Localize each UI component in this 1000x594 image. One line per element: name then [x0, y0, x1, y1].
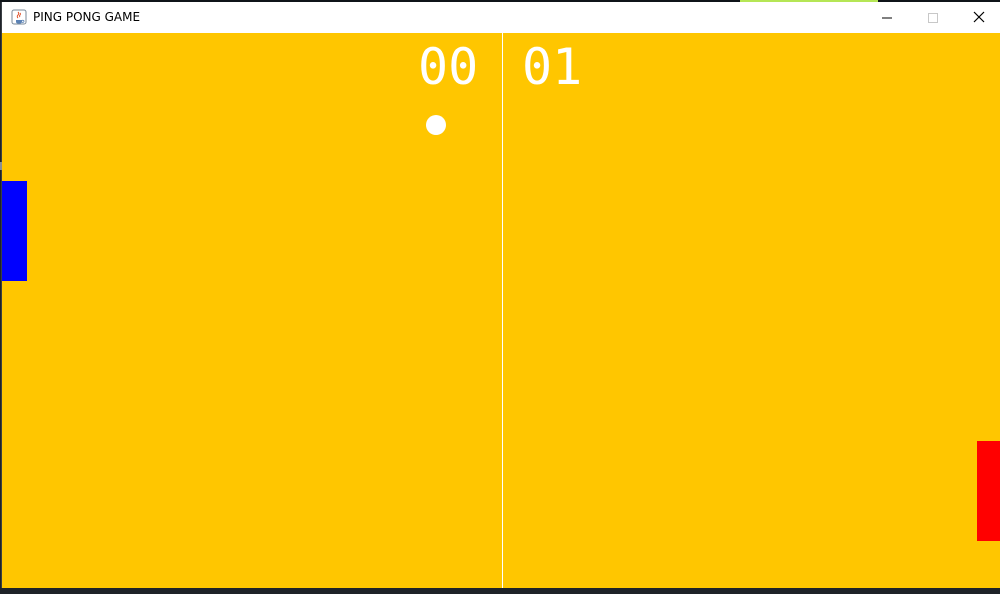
java-icon [11, 9, 27, 25]
window-title: PING PONG GAME [33, 10, 141, 24]
maximize-button[interactable] [910, 2, 956, 33]
close-icon [973, 8, 985, 27]
left-paddle[interactable] [2, 181, 27, 281]
title-bar[interactable]: PING PONG GAME [2, 2, 1000, 33]
ball [426, 115, 446, 135]
desktop-edge-mark [0, 162, 2, 170]
player2-score: 01 [522, 38, 583, 96]
background-window-strip [0, 588, 1000, 594]
center-line [502, 33, 503, 590]
player1-score: 00 [418, 38, 479, 96]
right-paddle[interactable] [977, 441, 1000, 541]
game-window: PING PONG GAME 00 01 [1, 2, 1000, 590]
close-button[interactable] [956, 2, 1000, 33]
desktop: PING PONG GAME 00 01 [0, 0, 1000, 594]
maximize-icon [928, 8, 938, 27]
minimize-button[interactable] [864, 2, 910, 33]
minimize-icon [882, 8, 892, 27]
game-canvas[interactable]: 00 01 [2, 33, 1000, 590]
